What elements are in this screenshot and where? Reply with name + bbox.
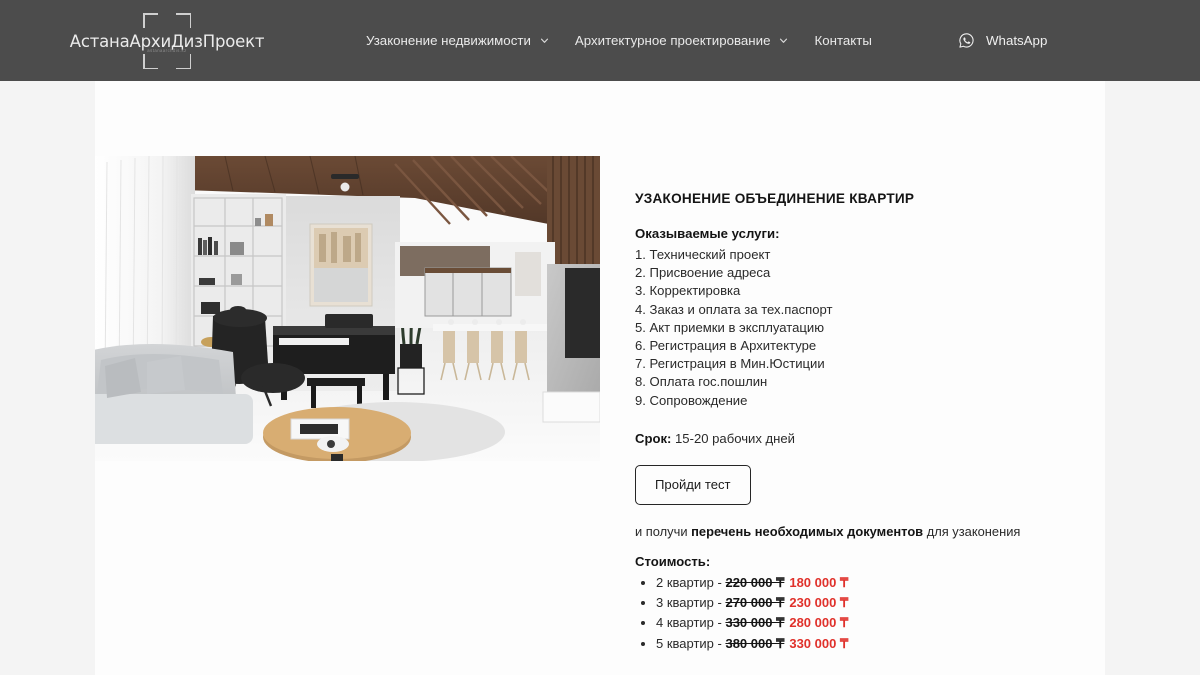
list-item: 5. Акт приемки в эксплуатацию <box>635 319 825 335</box>
page-body: УЗАКОНЕНИЕ ОБЪЕДИНЕНИЕ КВАРТИР Оказываем… <box>0 81 1200 675</box>
interior-photo <box>95 156 600 461</box>
services-list: 1. Технический проект 2. Присвоение адре… <box>635 246 1065 410</box>
whatsapp-link[interactable]: WhatsApp <box>958 0 1047 81</box>
nav-item-uzakonenie[interactable]: Узаконение недвижимости <box>366 33 549 48</box>
list-item: 2. Присвоение адреса <box>635 265 771 281</box>
nav-item-arhitekturnoe[interactable]: Архитектурное проектирование <box>575 33 789 48</box>
get-line-after: для узаконения <box>923 523 1021 539</box>
chevron-down-icon <box>540 38 548 43</box>
logo-subtext: astanaarchdis.kz <box>147 48 187 53</box>
content-panel: УЗАКОНЕНИЕ ОБЪЕДИНЕНИЕ КВАРТИР Оказываем… <box>95 81 1105 675</box>
service-details: УЗАКОНЕНИЕ ОБЪЕДИНЕНИЕ КВАРТИР Оказываем… <box>635 191 1065 675</box>
list-item: 6. Регистрация в Архитектуре <box>635 338 817 354</box>
get-line-before: и получи <box>635 523 692 539</box>
main-navigation: Узаконение недвижимости Архитектурное пр… <box>366 0 872 81</box>
price-row: 5 квартир - 380 000 ₸330 000 ₸ <box>656 634 1065 654</box>
list-item: 1. Технический проект <box>635 247 771 262</box>
nav-item-label: Контакты <box>814 33 872 48</box>
site-logo[interactable]: АстанаАрхиДизПроект astanaarchdis.kz <box>70 13 264 69</box>
nav-item-label: Архитектурное проектирование <box>574 33 771 48</box>
price-old: 270 000 ₸ <box>725 595 785 611</box>
price-row: 4 квартир - 330 000 ₸280 000 ₸ <box>656 613 1065 633</box>
term-label: Срок: <box>635 430 672 446</box>
get-line-bold: перечень необходимых документов <box>691 523 924 539</box>
price-new: 180 000 ₸ <box>789 574 849 590</box>
list-item: 9. Сопровождение <box>635 392 748 408</box>
term-value: 15-20 рабочих дней <box>675 430 795 446</box>
price-old: 220 000 ₸ <box>725 574 785 590</box>
list-item: 7. Регистрация в Мин.Юстиции <box>635 356 825 372</box>
whatsapp-label: WhatsApp <box>986 33 1048 48</box>
list-item: 3. Корректировка <box>635 283 741 299</box>
list-item: 8. Оплата гос.пошлин <box>635 374 768 390</box>
site-header: АстанаАрхиДизПроект astanaarchdis.kz Уза… <box>0 0 1200 81</box>
price-new: 280 000 ₸ <box>789 615 849 631</box>
nav-item-label: Узаконение недвижимости <box>366 33 531 48</box>
page-title: УЗАКОНЕНИЕ ОБЪЕДИНЕНИЕ КВАРТИР <box>635 191 915 206</box>
take-test-button[interactable]: Пройди тест <box>635 464 751 505</box>
price-label: 2 квартир - <box>656 574 726 590</box>
whatsapp-icon <box>959 33 974 48</box>
price-list: 2 квартир - 220 000 ₸180 000 ₸ 3 квартир… <box>635 573 1065 654</box>
list-item: 4. Заказ и оплата за тех.паспорт <box>635 301 833 317</box>
chevron-down-icon <box>780 38 788 43</box>
price-label: 4 квартир - <box>656 615 726 631</box>
price-row: 3 квартир - 270 000 ₸230 000 ₸ <box>656 593 1065 613</box>
price-label: 3 квартир - <box>656 595 726 611</box>
cost-label: Стоимость: <box>635 553 711 569</box>
services-label: Оказываемые услуги: <box>635 226 780 241</box>
price-old: 380 000 ₸ <box>725 635 785 651</box>
get-documents-line: и получи перечень необходимых документов… <box>635 524 1065 539</box>
price-new: 330 000 ₸ <box>789 635 849 651</box>
price-row: 2 квартир - 220 000 ₸180 000 ₸ <box>656 573 1065 593</box>
price-label: 5 квартир - <box>656 635 726 651</box>
nav-item-kontakty[interactable]: Контакты <box>814 33 871 48</box>
interior-photo-graphic <box>95 156 600 461</box>
term-line: Срок: 15-20 рабочих дней <box>635 431 1065 446</box>
price-old: 330 000 ₸ <box>725 615 785 631</box>
price-new: 230 000 ₸ <box>789 595 849 611</box>
